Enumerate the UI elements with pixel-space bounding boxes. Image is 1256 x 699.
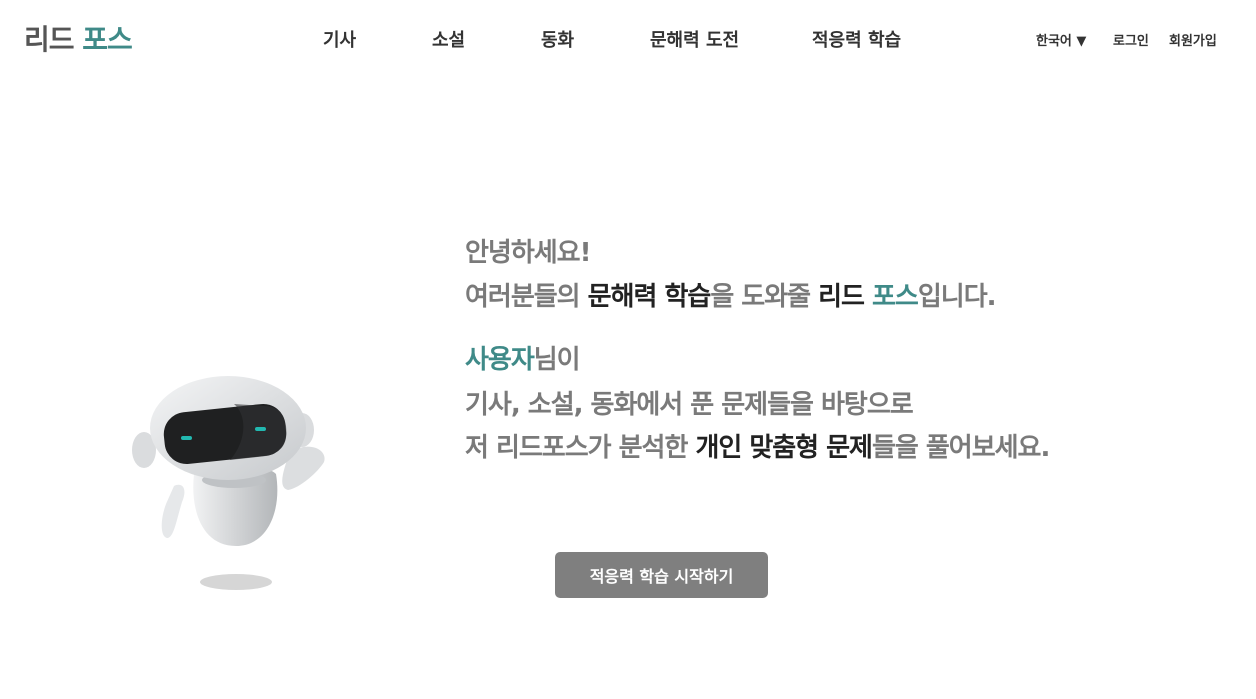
greeting-line: 안녕하세요! [465,232,591,269]
start-adaptive-learning-button[interactable]: 적응력 학습 시작하기 [555,552,768,598]
signup-link[interactable]: 회원가입 [1169,30,1217,49]
intro-text-3: 입니다. [917,282,997,312]
intro-line: 여러분들의 문해력 학습을 도와줄 리드 포스입니다. [465,276,996,313]
nav-item-novels[interactable]: 소설 [432,26,465,52]
intro-text-1: 여러분들의 [465,282,588,312]
nav-item-literacy-challenge[interactable]: 문해력 도전 [650,26,739,52]
user-suffix: 님이 [533,345,581,375]
nav-item-articles[interactable]: 기사 [323,26,356,52]
logo-part-1: 리드 [24,23,75,56]
basis-line: 기사, 소설, 동화에서 푼 문제들을 바탕으로 [465,384,914,421]
login-link[interactable]: 로그인 [1113,30,1149,49]
logo-part-2: 포스 [82,23,133,56]
nav-item-adaptive-learning[interactable]: 적응력 학습 [812,26,901,52]
basis-text: 기사, 소설, 동화에서 푼 문제들을 바탕으로 [465,390,914,420]
nav-item-fairytales[interactable]: 동화 [541,26,574,52]
robot-mascot-icon [130,370,330,599]
invite-highlight-custom: 개인 맞춤형 문제 [695,433,873,463]
intro-text-2: 을 도와줄 [710,282,819,312]
user-line: 사용자님이 [465,339,581,376]
intro-highlight-literacy: 문해력 학습 [587,282,712,312]
invite-text-2: 들을 풀어보세요. [871,433,1050,463]
greeting-text: 안녕하세요! [465,238,591,268]
language-select[interactable]: 한국어 ▼ [1036,30,1086,49]
invite-text-1: 저 리드포스가 분석한 [465,433,696,463]
intro-brand-force: 포스 [872,282,919,312]
invite-line: 저 리드포스가 분석한 개인 맞춤형 문제들을 풀어보세요. [465,427,1050,464]
intro-brand-read: 리드 [818,282,873,312]
site-logo[interactable]: 리드 포스 [24,18,133,58]
user-name: 사용자 [465,345,535,375]
